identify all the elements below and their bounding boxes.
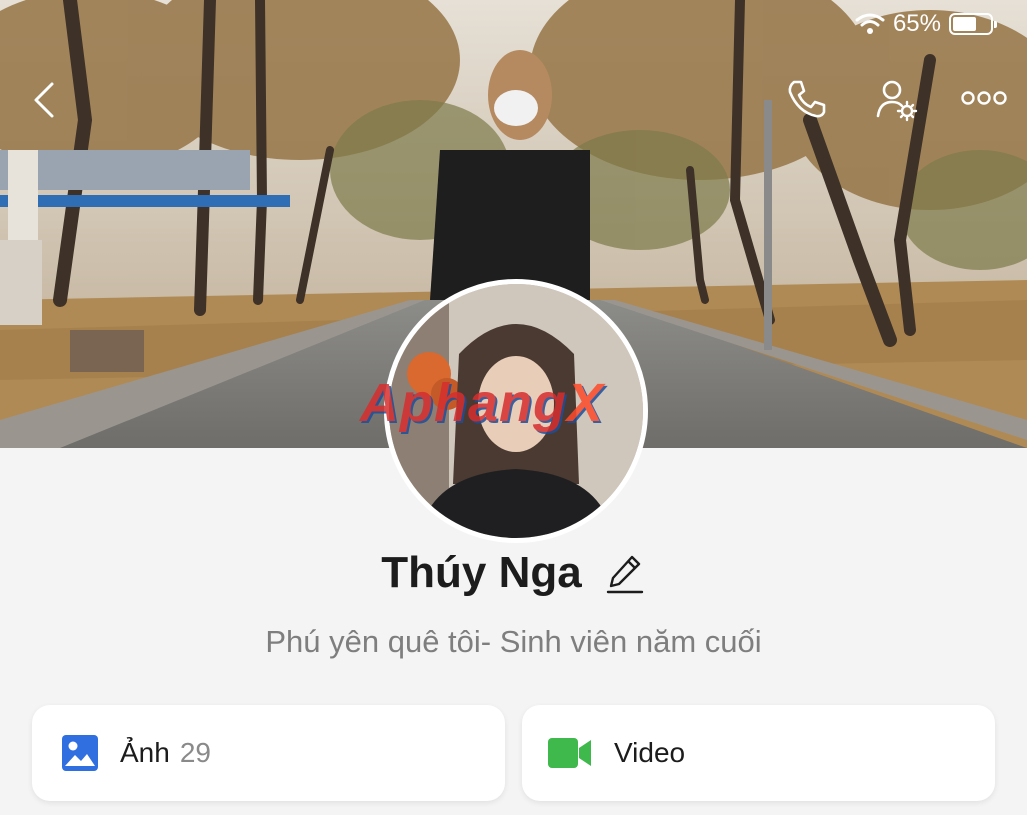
photos-count: 29 bbox=[179, 737, 211, 768]
phone-icon[interactable] bbox=[786, 78, 828, 120]
more-dots-icon[interactable] bbox=[960, 88, 1008, 108]
profile-name: Thúy Nga bbox=[381, 548, 582, 597]
pencil-icon[interactable] bbox=[606, 551, 646, 595]
battery-fill bbox=[953, 17, 977, 31]
video-label: Video bbox=[614, 737, 686, 768]
name-row: Thúy Nga bbox=[0, 548, 1027, 598]
chevron-left-icon[interactable] bbox=[28, 80, 60, 120]
watermark-tail: X bbox=[566, 373, 605, 433]
battery-icon bbox=[949, 13, 997, 35]
battery-percent: 65% bbox=[892, 10, 941, 37]
watermark: AphangX bbox=[360, 372, 604, 434]
image-icon bbox=[62, 735, 98, 771]
watermark-main: Aphang bbox=[360, 373, 567, 433]
wifi-icon bbox=[855, 13, 885, 34]
video-card[interactable]: Video bbox=[522, 705, 995, 801]
photos-card[interactable]: Ảnh 29 bbox=[32, 705, 505, 801]
status-bar: 65% bbox=[855, 10, 997, 38]
photos-label: Ảnh bbox=[120, 737, 170, 768]
profile-bio: Phú yên quê tôi- Sinh viên năm cuối bbox=[265, 624, 762, 659]
user-gear-icon[interactable] bbox=[874, 78, 918, 122]
video-camera-icon bbox=[548, 738, 591, 768]
